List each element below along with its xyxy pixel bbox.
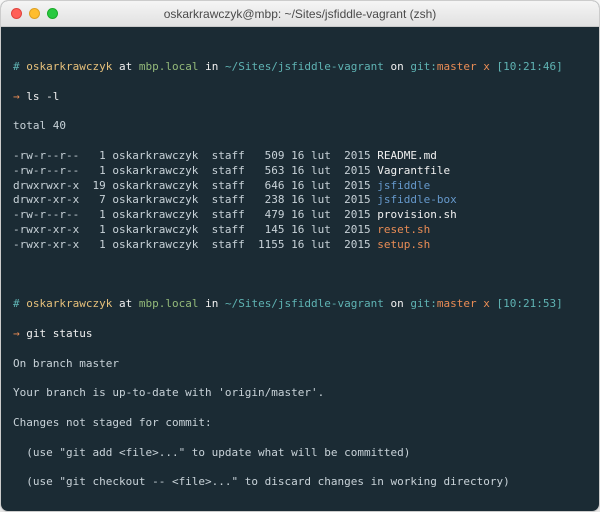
ls-row: -rw-r--r-- 1 oskarkrawczyk staff 479 16 … — [13, 208, 587, 223]
ls-meta: drwxr-xr-x 7 oskarkrawczyk staff 238 16 … — [13, 193, 377, 206]
ls-meta: -rw-r--r-- 1 oskarkrawczyk staff 509 16 … — [13, 149, 377, 162]
git-output: Your branch is up-to-date with 'origin/m… — [13, 386, 587, 401]
prompt-arrow-icon: → — [13, 90, 26, 103]
ls-filename: Vagrantfile — [377, 164, 450, 177]
ls-filename: provision.sh — [377, 208, 456, 221]
ls-row: drwxrwxr-x 19 oskarkrawczyk staff 646 16… — [13, 179, 587, 194]
prompt-time: [10:21:46] — [497, 60, 563, 73]
prompt-path: ~/Sites/jsfiddle-vagrant — [225, 60, 384, 73]
prompt-path: ~/Sites/jsfiddle-vagrant — [225, 297, 384, 310]
git-output: (use "git add <file>..." to update what … — [13, 446, 587, 461]
prompt-hash: # — [13, 60, 26, 73]
prompt-user: oskarkrawczyk — [26, 60, 112, 73]
ls-filename: jsfiddle-box — [377, 193, 456, 206]
minimize-icon[interactable] — [29, 8, 40, 19]
ls-row: drwxr-xr-x 7 oskarkrawczyk staff 238 16 … — [13, 193, 587, 208]
close-icon[interactable] — [11, 8, 22, 19]
ls-meta: -rwxr-xr-x 1 oskarkrawczyk staff 1155 16… — [13, 238, 377, 251]
git-output: On branch master — [13, 357, 587, 372]
ls-row: -rw-r--r-- 1 oskarkrawczyk staff 563 16 … — [13, 164, 587, 179]
terminal-window: oskarkrawczyk@mbp: ~/Sites/jsfiddle-vagr… — [0, 0, 600, 512]
titlebar[interactable]: oskarkrawczyk@mbp: ~/Sites/jsfiddle-vagr… — [1, 1, 599, 27]
command-line: → ls -l — [13, 90, 587, 105]
prompt-arrow-icon: → — [13, 327, 26, 340]
window-title: oskarkrawczyk@mbp: ~/Sites/jsfiddle-vagr… — [1, 7, 599, 21]
git-output: (use "git checkout -- <file>..." to disc… — [13, 475, 587, 490]
ls-filename: jsfiddle — [377, 179, 430, 192]
command-line: → git status — [13, 327, 587, 342]
ls-meta: drwxrwxr-x 19 oskarkrawczyk staff 646 16… — [13, 179, 377, 192]
ls-meta: -rwxr-xr-x 1 oskarkrawczyk staff 145 16 … — [13, 223, 377, 236]
prompt-line: # oskarkrawczyk at mbp.local in ~/Sites/… — [13, 297, 587, 312]
prompt-host: mbp.local — [139, 60, 199, 73]
ls-filename: reset.sh — [377, 223, 430, 236]
git-dirty-icon: x — [477, 60, 497, 73]
ls-row: -rwxr-xr-x 1 oskarkrawczyk staff 1155 16… — [13, 238, 587, 253]
ls-filename: setup.sh — [377, 238, 430, 251]
prompt-user: oskarkrawczyk — [26, 297, 112, 310]
zoom-icon[interactable] — [47, 8, 58, 19]
window-controls — [11, 8, 58, 19]
git-branch: master — [437, 60, 477, 73]
terminal-content[interactable]: # oskarkrawczyk at mbp.local in ~/Sites/… — [1, 27, 599, 511]
ls-filename: README.md — [377, 149, 437, 162]
prompt-time: [10:21:53] — [497, 297, 563, 310]
git-output: Changes not staged for commit: — [13, 416, 587, 431]
ls-row: -rwxr-xr-x 1 oskarkrawczyk staff 145 16 … — [13, 223, 587, 238]
git-dirty-icon: x — [477, 297, 497, 310]
blank-line — [13, 505, 587, 511]
ls-row: -rw-r--r-- 1 oskarkrawczyk staff 509 16 … — [13, 149, 587, 164]
prompt-host: mbp.local — [139, 297, 199, 310]
command-text: ls -l — [26, 90, 59, 103]
ls-meta: -rw-r--r-- 1 oskarkrawczyk staff 479 16 … — [13, 208, 377, 221]
prompt-line: # oskarkrawczyk at mbp.local in ~/Sites/… — [13, 60, 587, 75]
command-text: git status — [26, 327, 92, 340]
git-branch: master — [437, 297, 477, 310]
blank-line — [13, 268, 587, 283]
ls-meta: -rw-r--r-- 1 oskarkrawczyk staff 563 16 … — [13, 164, 377, 177]
ls-total: total 40 — [13, 119, 587, 134]
